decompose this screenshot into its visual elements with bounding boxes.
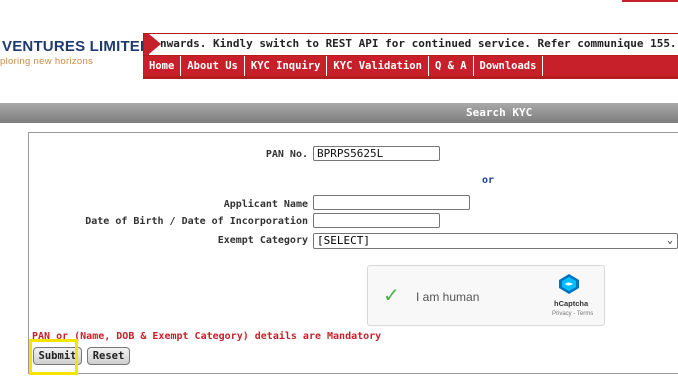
nav-kyc-validation[interactable]: KYC Validation [327, 56, 429, 76]
nav-about-us[interactable]: About Us [181, 56, 245, 76]
ticker-text: nwards. Kindly switch to REST API for co… [160, 37, 677, 50]
hcaptcha-widget[interactable]: ✓ I am human hCaptcha Privacy - Terms [367, 265, 605, 326]
applicant-name-input[interactable] [313, 195, 470, 210]
main-nav: Home About Us KYC Inquiry KYC Validation… [143, 56, 678, 76]
pan-input[interactable]: BPRPS5625L [313, 146, 440, 161]
top-red-strip [622, 0, 678, 2]
news-ticker: nwards. Kindly switch to REST API for co… [143, 33, 678, 56]
nav-downloads[interactable]: Downloads [474, 56, 544, 76]
logo-title: VENTURES LIMITED [2, 38, 152, 55]
hcaptcha-links[interactable]: Privacy - Terms [552, 311, 593, 317]
applicant-name-label: Applicant Name [223, 199, 308, 210]
logo-tagline: ploring new horizons [0, 56, 94, 67]
reset-button[interactable]: Reset [87, 347, 130, 365]
pan-label: PAN No. [265, 149, 308, 160]
nav-kyc-inquiry[interactable]: KYC Inquiry [245, 56, 328, 76]
section-header: Search KYC [0, 103, 678, 123]
checkmark-icon: ✓ [383, 283, 400, 307]
submit-highlight [29, 339, 78, 375]
section-title: Search KYC [466, 106, 533, 119]
exempt-category-value: [SELECT] [317, 234, 370, 247]
dob-label: Date of Birth / Date of Incorporation [85, 216, 308, 227]
nav-home[interactable]: Home [143, 56, 182, 76]
exempt-category-label: Exempt Category [217, 235, 308, 246]
exempt-category-select[interactable]: [SELECT] ⌄ [313, 233, 678, 249]
hcaptcha-logo-icon [559, 274, 579, 294]
dob-input[interactable] [313, 213, 440, 228]
nav-qa[interactable]: Q & A [429, 56, 474, 76]
hcaptcha-brand: hCaptcha [554, 299, 589, 308]
mandatory-message: PAN or (Name, DOB & Exempt Category) det… [32, 331, 382, 342]
company-logo[interactable]: VENTURES LIMITED ploring new horizons [0, 8, 151, 67]
or-separator: or [482, 175, 495, 186]
nav-underline [143, 76, 678, 79]
chevron-down-icon: ⌄ [666, 235, 673, 246]
captcha-label: I am human [416, 290, 480, 304]
